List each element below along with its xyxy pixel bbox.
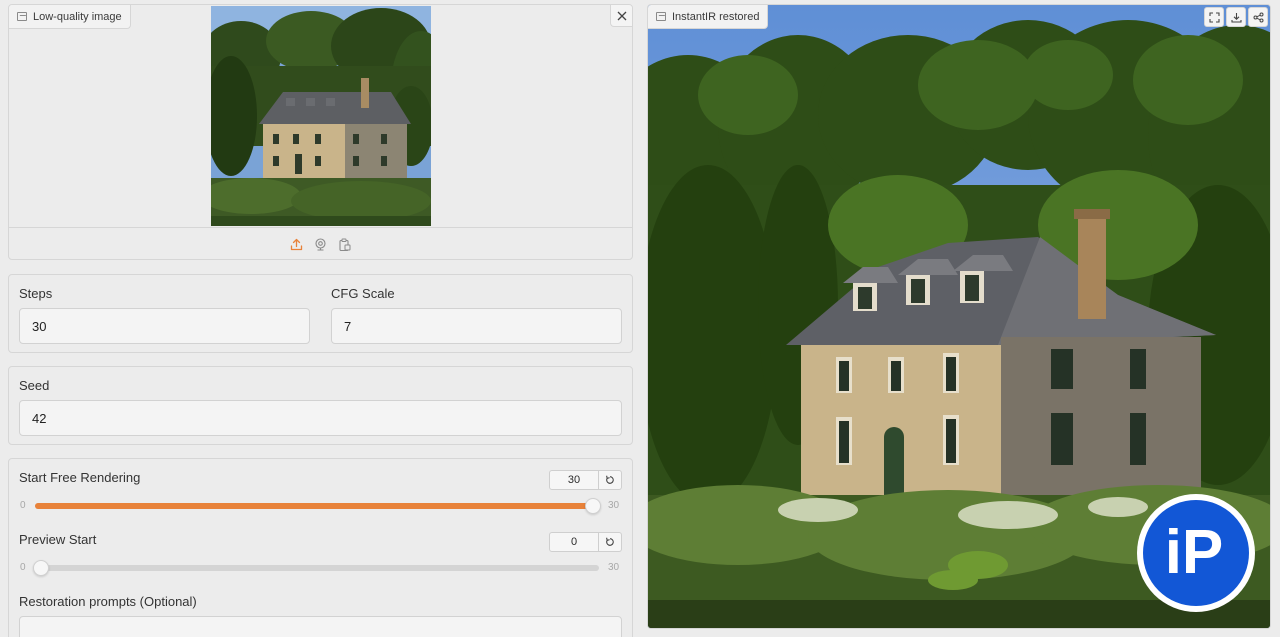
close-button[interactable] [610, 5, 632, 27]
start-free-rendering-min: 0 [20, 500, 26, 511]
upload-icon [290, 238, 303, 251]
cfg-scale-label: CFG Scale [331, 286, 395, 301]
download-icon [1230, 12, 1242, 23]
seed-label: Seed [19, 378, 50, 393]
fullscreen-button[interactable] [1204, 7, 1224, 27]
preview-start-label: Preview Start [19, 532, 97, 547]
seed-input[interactable]: 42 [19, 400, 622, 436]
iphones-logo: iP [1143, 500, 1249, 606]
share-icon [1253, 12, 1263, 22]
preview-start-thumb[interactable] [33, 560, 49, 576]
reset-icon [606, 537, 614, 546]
preview-start-reset-button[interactable] [599, 532, 622, 552]
download-button[interactable] [1226, 7, 1246, 27]
output-image-label-text: InstantIR restored [672, 10, 760, 23]
preview-start-min: 0 [20, 562, 26, 573]
paste-clipboard-button[interactable] [338, 238, 352, 252]
image-icon [656, 12, 666, 21]
output-toolbar [1204, 7, 1268, 27]
input-image-panel[interactable]: Low-quality image [8, 4, 633, 260]
steps-cfg-group: Steps 30 CFG Scale 7 [8, 274, 633, 353]
preview-start-slider[interactable] [33, 560, 599, 576]
input-image-preview[interactable] [211, 6, 431, 226]
start-free-rendering-reset-button[interactable] [599, 470, 622, 490]
start-free-rendering-input[interactable]: 30 [549, 470, 599, 490]
watermark-logo: iP [1137, 494, 1255, 612]
upload-button[interactable] [290, 238, 304, 252]
restoration-prompts-input[interactable] [19, 616, 622, 637]
output-image-label: InstantIR restored [648, 5, 769, 29]
start-free-rendering-max: 30 [608, 500, 620, 511]
preview-start-input[interactable]: 0 [549, 532, 599, 552]
cfg-scale-input[interactable]: 7 [331, 308, 622, 344]
webcam-icon [315, 238, 326, 251]
steps-label: Steps [19, 286, 53, 301]
input-image-label-text: Low-quality image [33, 10, 122, 23]
restoration-prompts-label: Restoration prompts (Optional) [19, 594, 197, 609]
preview-start-max: 30 [608, 562, 620, 573]
fullscreen-icon [1208, 11, 1220, 23]
input-image-label: Low-quality image [9, 5, 131, 29]
webcam-button[interactable] [314, 238, 328, 252]
seed-group: Seed 42 [8, 366, 633, 445]
start-free-rendering-slider[interactable] [35, 498, 601, 514]
clipboard-icon [339, 238, 351, 251]
start-free-rendering-label: Start Free Rendering [19, 470, 141, 485]
input-source-toolbar [9, 227, 632, 259]
watermark-text: iP [1165, 518, 1224, 587]
close-icon [617, 11, 626, 20]
input-house-photo [211, 6, 431, 226]
advanced-settings-group: Start Free Rendering 30 0 30 Preview Sta… [8, 458, 633, 637]
reset-icon [606, 475, 614, 484]
start-free-rendering-fill [35, 503, 599, 509]
share-button[interactable] [1248, 7, 1268, 27]
start-free-rendering-thumb[interactable] [585, 498, 601, 514]
image-icon [17, 12, 27, 21]
steps-input[interactable]: 30 [19, 308, 310, 344]
